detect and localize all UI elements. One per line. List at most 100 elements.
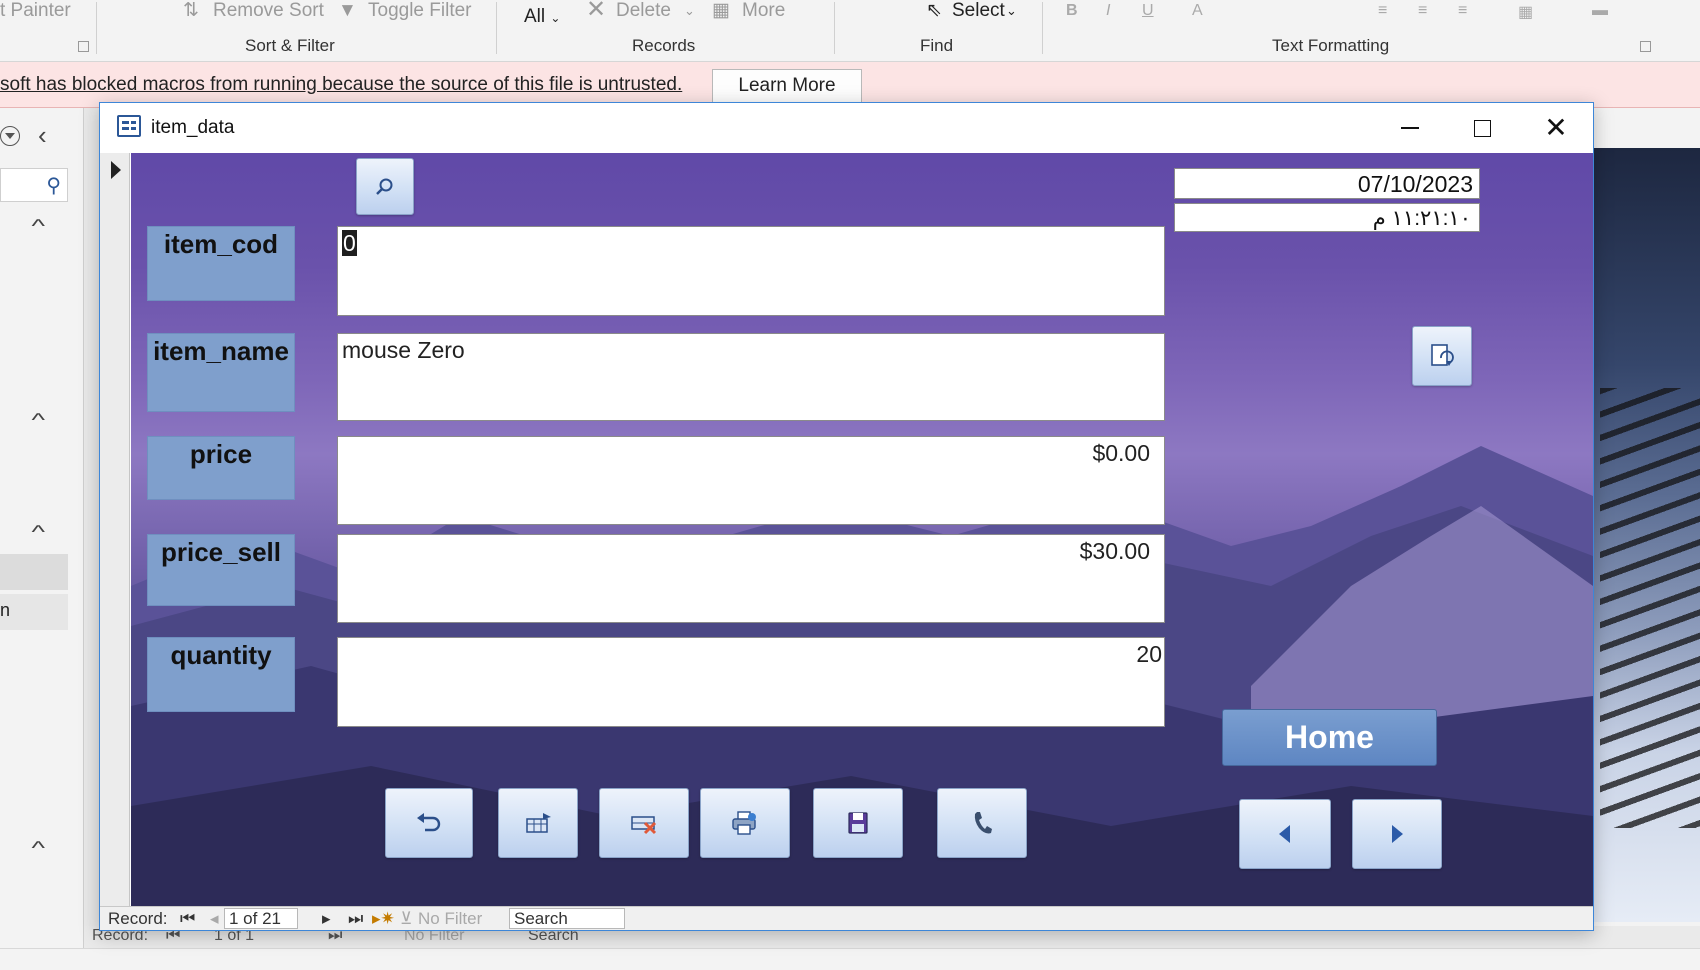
collapse-group-icon[interactable]: ^ <box>31 838 45 859</box>
collapse-group-icon[interactable]: ^ <box>31 522 45 543</box>
phone-icon <box>974 812 992 834</box>
collapse-group-icon[interactable]: ^ <box>31 410 45 431</box>
quantity-field[interactable]: 20 <box>337 637 1165 727</box>
format-painter-button[interactable]: t Painter <box>0 0 71 22</box>
navigation-pane: ‹ ⚲ ^ ^ ^ n ^ <box>0 108 84 948</box>
arrow-right-icon <box>1392 825 1403 843</box>
record-label: Record: <box>108 909 168 928</box>
refresh-all-button[interactable]: All ⌄ <box>524 6 560 29</box>
dialog-launcher-icon[interactable] <box>1640 41 1651 52</box>
print-button[interactable] <box>700 788 790 858</box>
dialog-launcher-icon[interactable] <box>78 41 89 52</box>
maximize-button[interactable] <box>1446 103 1518 153</box>
form-icon <box>117 115 141 137</box>
undo-button[interactable] <box>385 788 473 858</box>
maximize-icon <box>1473 119 1491 137</box>
toggle-filter-button[interactable]: Toggle Filter <box>368 0 472 22</box>
save-button[interactable] <box>813 788 903 858</box>
underline-icon[interactable]: U <box>1142 2 1154 20</box>
previous-record-icon[interactable]: ◂ <box>210 909 219 929</box>
more-button[interactable]: More <box>742 0 785 22</box>
background-document-edge <box>84 108 100 938</box>
app-status-bar <box>0 948 1700 970</box>
refresh-document-icon <box>1431 344 1454 366</box>
align-right-icon[interactable]: ≡ <box>1458 2 1467 20</box>
filter-icon: ▼ <box>338 0 357 21</box>
alternate-row-icon[interactable]: ▬ <box>1592 2 1608 20</box>
new-record-button[interactable] <box>498 788 578 858</box>
undo-icon <box>417 813 441 832</box>
current-record-input[interactable]: 1 of 21 <box>224 908 298 929</box>
delete-button[interactable]: Delete <box>616 0 671 22</box>
nav-menu-icon[interactable] <box>0 126 20 146</box>
filter-icon: ⊻ <box>400 909 413 928</box>
chevron-down-icon: ⌄ <box>684 3 695 18</box>
price-field[interactable]: $0.00 <box>337 436 1165 525</box>
ribbon-separator <box>834 2 835 54</box>
close-button[interactable]: ✕ <box>1520 103 1592 153</box>
close-icon: ✕ <box>1544 112 1568 143</box>
item-cod-field[interactable]: 0 <box>337 226 1165 316</box>
quantity-label: quantity <box>147 637 295 712</box>
italic-icon[interactable]: I <box>1106 2 1110 20</box>
search-button[interactable] <box>356 158 414 215</box>
new-record-icon <box>526 813 551 833</box>
learn-more-button[interactable]: Learn More <box>712 69 862 103</box>
remove-sort-button[interactable]: Remove Sort <box>213 0 324 22</box>
first-record-icon[interactable]: ⏮ <box>180 909 195 929</box>
previous-record-button[interactable] <box>1239 799 1331 869</box>
group-label-find: Find <box>920 36 954 55</box>
record-navigation-bar: Record: ⏮ ◂ 1 of 21 ▸ ⏭ ▸✷ ⊻ No Filter S… <box>100 906 1593 930</box>
group-label-records: Records <box>632 36 696 55</box>
price-sell-field[interactable]: $30.00 <box>337 534 1165 623</box>
group-label-text-formatting: Text Formatting <box>1272 36 1390 55</box>
item-name-field[interactable]: mouse Zero <box>337 333 1165 421</box>
nav-item-selected[interactable] <box>0 554 68 590</box>
gridlines-icon[interactable]: ▦ <box>1518 2 1533 22</box>
align-center-icon[interactable]: ≡ <box>1418 2 1427 20</box>
delete-icon: ✕ <box>586 0 607 23</box>
refresh-button[interactable] <box>1412 326 1472 386</box>
font-color-icon[interactable]: A <box>1192 2 1203 20</box>
delete-record-button[interactable] <box>599 788 689 858</box>
window-titlebar[interactable]: item_data ✕ <box>100 103 1593 153</box>
item-name-label: item_name <box>147 333 295 412</box>
collapse-group-icon[interactable]: ^ <box>31 216 45 237</box>
window-title: item_data <box>151 117 235 138</box>
chevron-down-icon: ⌄ <box>550 11 561 25</box>
nav-item[interactable]: n <box>0 594 68 630</box>
ribbon: t Painter ⇅ Remove Sort ▼ Toggle Filter … <box>0 0 1700 62</box>
minimize-icon <box>1401 127 1419 129</box>
date-display: 07/10/2023 <box>1174 168 1480 199</box>
table-icon: ▦ <box>712 0 730 21</box>
search-input[interactable]: Search <box>509 908 625 929</box>
ribbon-separator <box>96 2 97 54</box>
item-data-window: item_data ✕ item_cod 0 item_name mouse Z… <box>99 102 1594 931</box>
print-preview-icon <box>732 811 756 835</box>
no-filter-button[interactable]: No Filter <box>418 909 482 929</box>
search-icon <box>376 178 393 195</box>
remove-sort-icon: ⇅ <box>183 0 199 21</box>
form-canvas: item_cod 0 item_name mouse Zero price $0… <box>131 153 1593 906</box>
price-label: price <box>147 436 295 500</box>
call-button[interactable] <box>937 788 1027 858</box>
next-record-button[interactable] <box>1352 799 1442 869</box>
delete-record-icon <box>631 816 657 835</box>
nav-search-input[interactable]: ⚲ <box>0 168 68 202</box>
new-record-icon[interactable]: ▸✷ <box>372 909 395 929</box>
record-selector[interactable] <box>100 153 130 906</box>
save-icon <box>848 812 868 834</box>
item-cod-value: 0 <box>342 230 357 256</box>
minimize-button[interactable] <box>1374 103 1446 153</box>
ribbon-separator <box>1042 2 1043 54</box>
shutter-bar-close-icon[interactable]: ‹ <box>38 120 47 151</box>
last-record-icon[interactable]: ⏭ <box>348 909 363 929</box>
chevron-down-icon: ⌄ <box>1006 3 1017 18</box>
background-form-image <box>1590 148 1700 922</box>
bold-icon[interactable]: B <box>1066 2 1078 20</box>
next-record-icon[interactable]: ▸ <box>322 909 331 929</box>
align-left-icon[interactable]: ≡ <box>1378 2 1387 20</box>
select-button[interactable]: Select <box>952 0 1005 22</box>
time-display: ١١:٢١:١٠ م <box>1174 203 1480 232</box>
home-button[interactable]: Home <box>1222 709 1437 766</box>
